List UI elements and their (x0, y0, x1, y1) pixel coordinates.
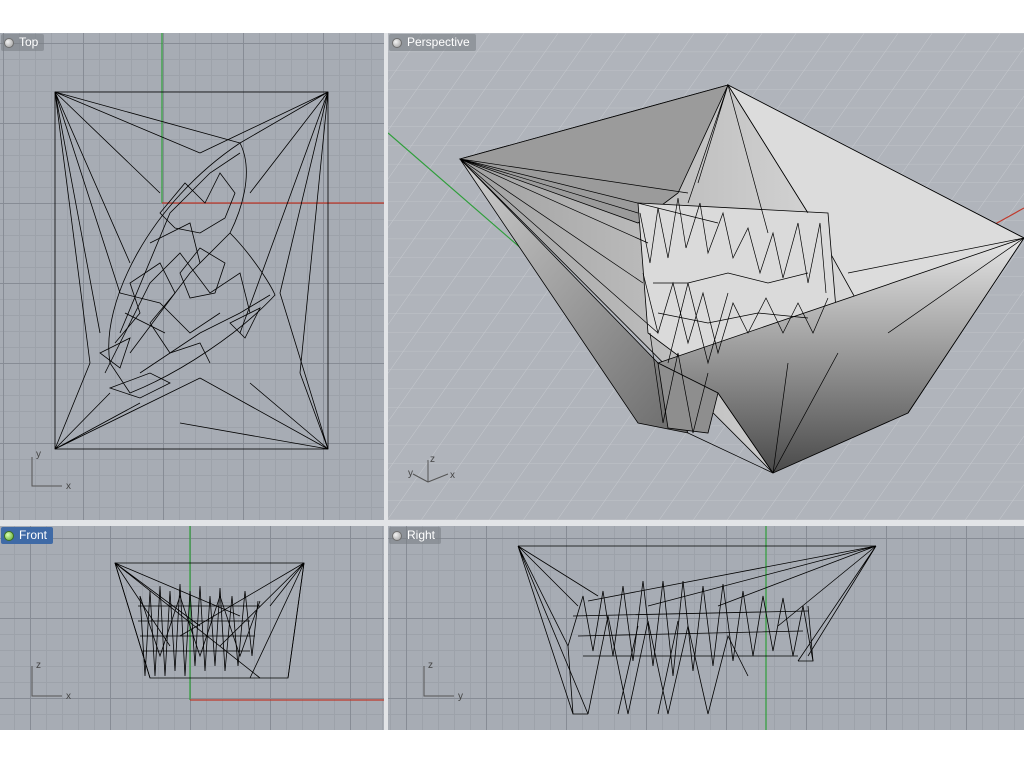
axis-label-z: z (428, 660, 433, 671)
axis-label-y: y (408, 468, 413, 479)
viewport-shade-icon (4, 530, 14, 541)
axis-label-y: y (36, 449, 41, 460)
axis-label-z: z (430, 454, 435, 465)
axis-gizmo-icon: z x (31, 660, 71, 702)
viewport-shade-icon (392, 37, 402, 48)
viewport-title: Perspective (407, 35, 470, 49)
axis-label-x: x (66, 691, 71, 702)
viewport-tab-front[interactable]: Front (1, 527, 54, 544)
axis-label-x: x (450, 470, 455, 481)
viewport-shade-icon (392, 530, 402, 541)
viewport-tab-right[interactable]: Right (389, 527, 442, 544)
viewport-front[interactable]: Front z x (0, 526, 384, 730)
axis-gizmo-icon: y x (31, 449, 71, 492)
axis-label-y: y (458, 691, 463, 702)
viewport-tab-top[interactable]: Top (1, 34, 45, 51)
viewport-perspective[interactable]: Perspective z x y (388, 33, 1024, 520)
axis-gizmo-icon: z y (423, 660, 463, 702)
viewport-title: Right (407, 528, 436, 542)
viewport-title: Front (19, 528, 48, 542)
axis-label-z: z (36, 660, 41, 671)
viewport-title: Top (19, 35, 39, 49)
viewport-tab-perspective[interactable]: Perspective (389, 34, 476, 51)
viewport-top[interactable]: Top y x (0, 33, 384, 520)
viewport-right[interactable]: Right z y (388, 526, 1024, 730)
axis-gizmo-icon: z x y (408, 454, 455, 483)
viewport-shade-icon (4, 37, 14, 48)
axis-label-x: x (66, 481, 71, 492)
